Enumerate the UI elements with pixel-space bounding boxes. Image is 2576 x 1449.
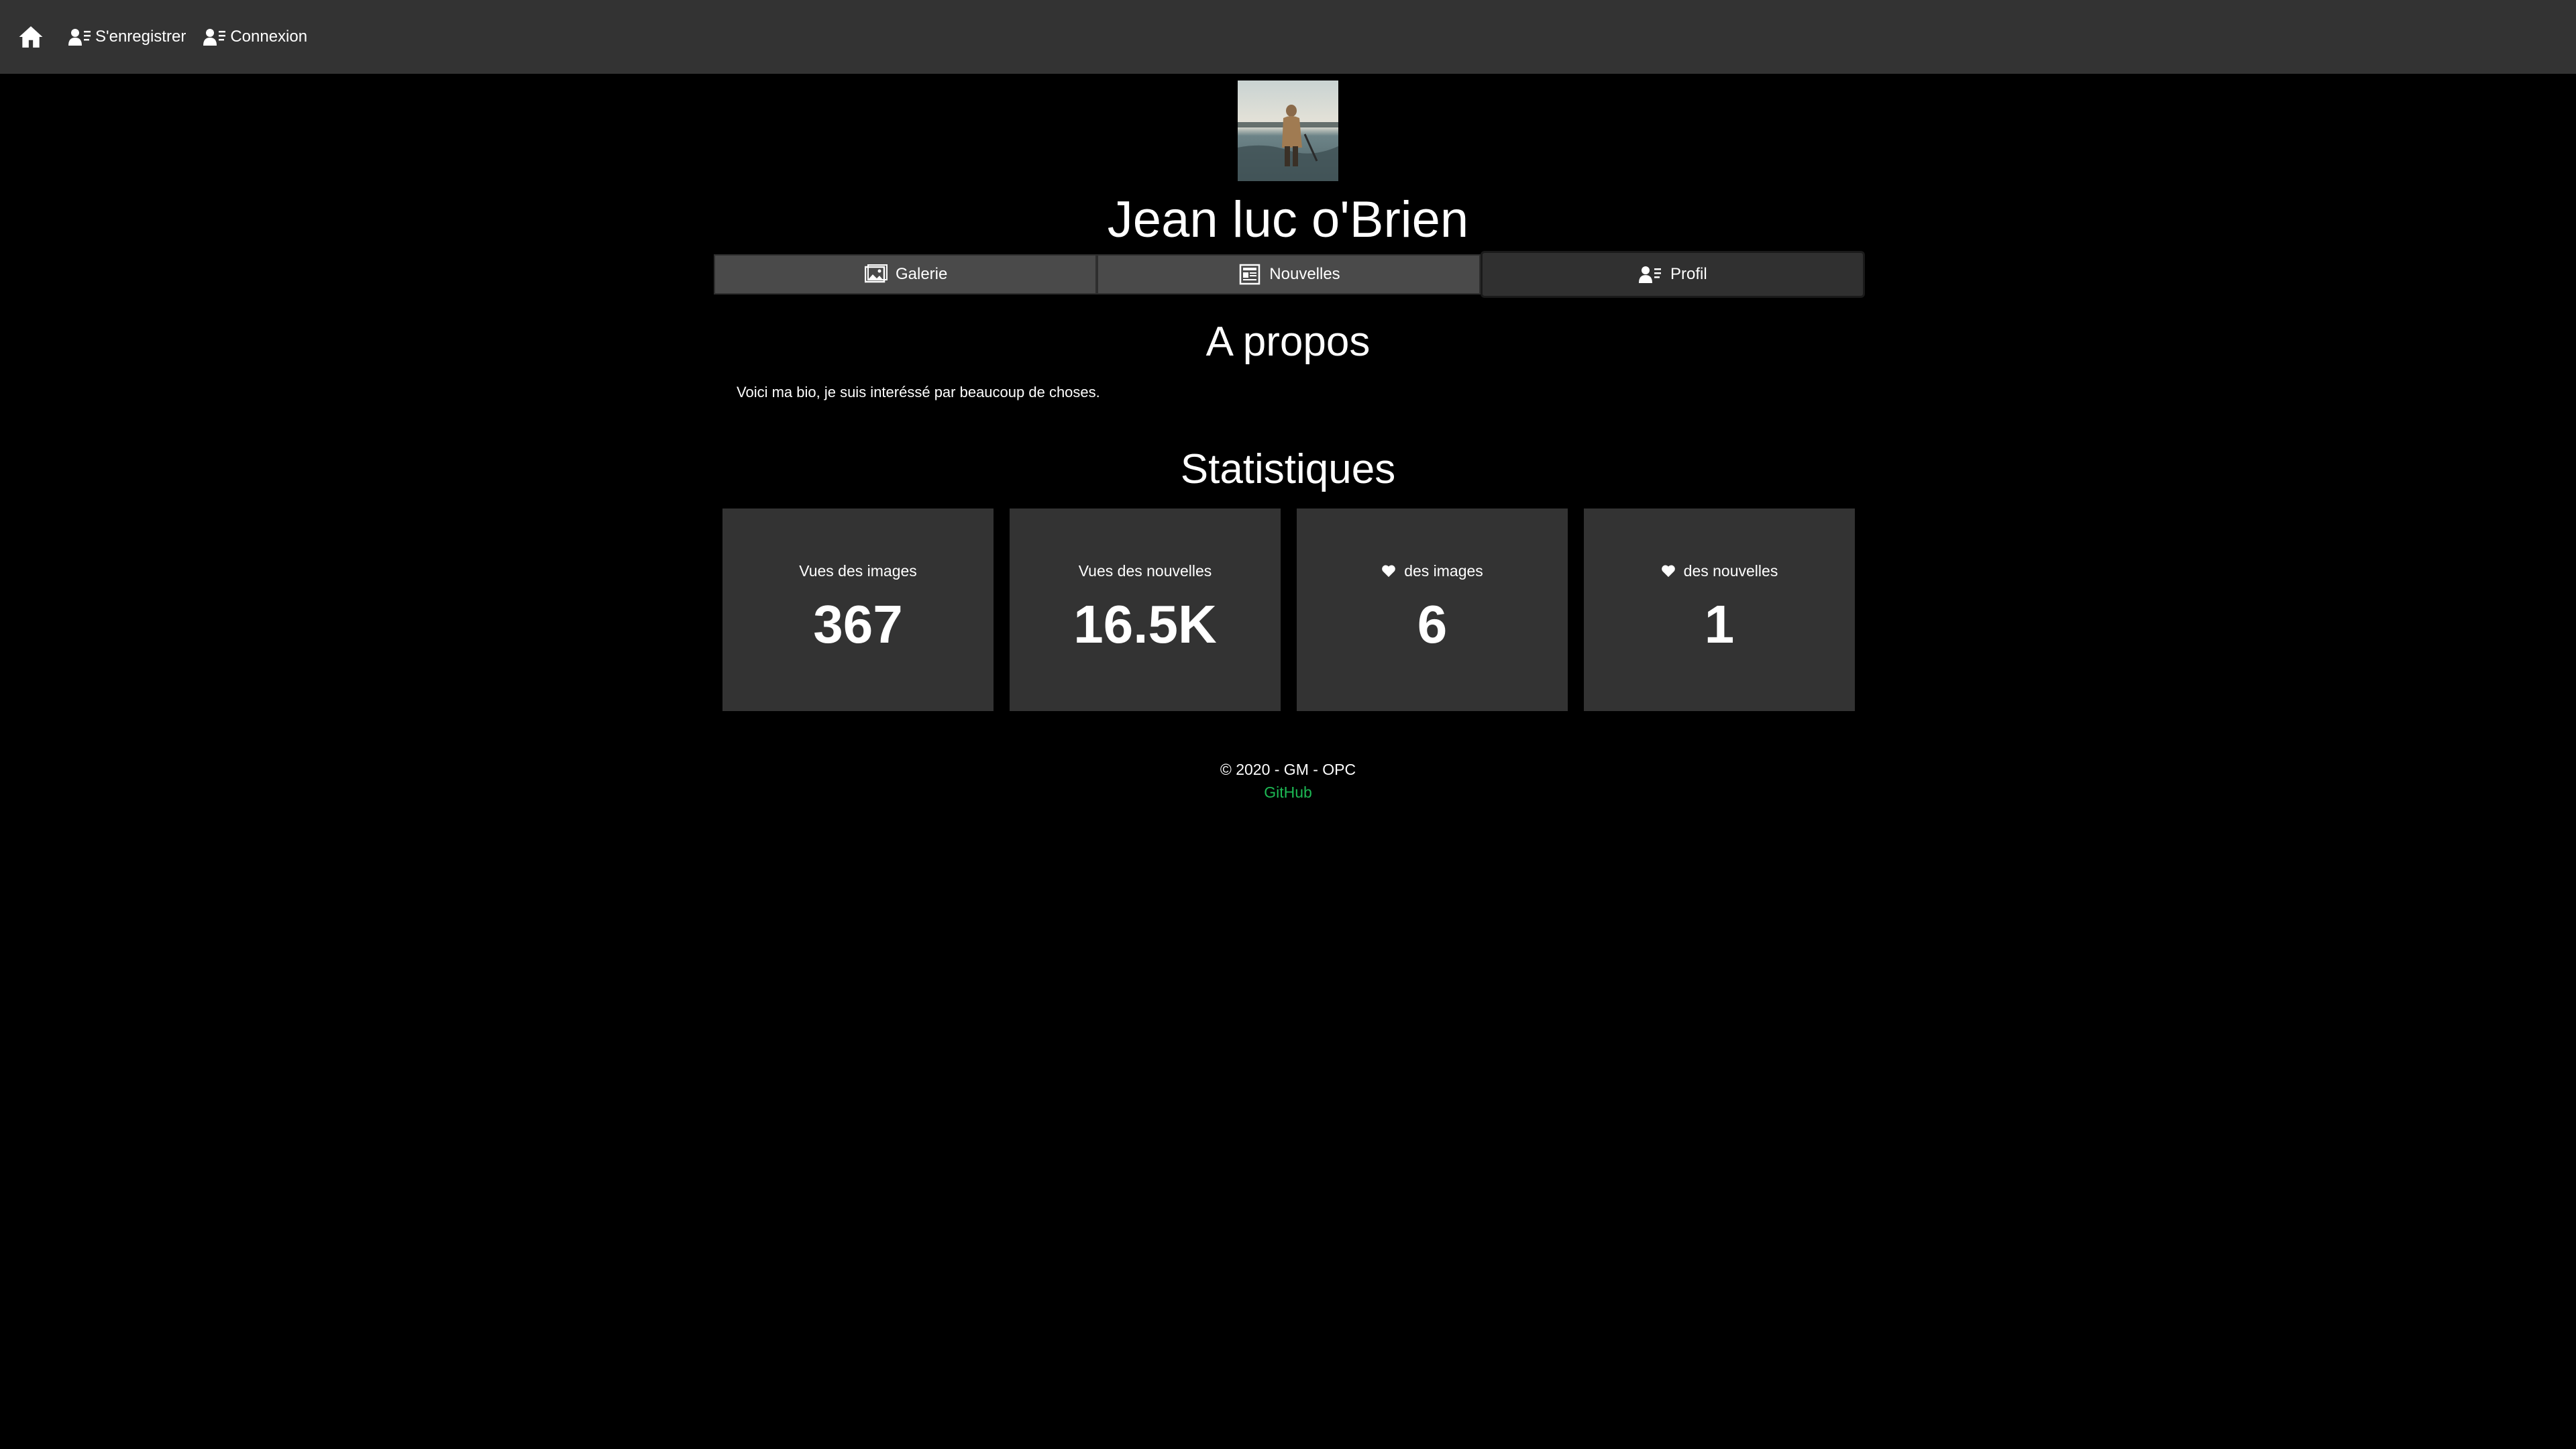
user-list-icon bbox=[203, 28, 229, 46]
avatar bbox=[1238, 80, 1338, 181]
tab-news[interactable]: Nouvelles bbox=[1097, 254, 1481, 294]
github-link[interactable]: GitHub bbox=[0, 781, 2576, 804]
login-label: Connexion bbox=[230, 28, 308, 46]
footer: © 2020 - GM - OPC GitHub bbox=[0, 758, 2576, 804]
top-navbar: S'enregistrer Connexion bbox=[0, 0, 2576, 74]
tab-news-label: Nouvelles bbox=[1269, 265, 1340, 283]
stat-card-news-likes: des nouvelles 1 bbox=[1584, 508, 1855, 711]
stat-label-text: Vues des images bbox=[799, 561, 917, 580]
stats-title: Statistiques bbox=[1180, 446, 1396, 492]
user-list-icon bbox=[1638, 263, 1664, 286]
user-list-icon bbox=[68, 28, 94, 46]
register-link[interactable]: S'enregistrer bbox=[68, 28, 186, 46]
stat-label-text: Vues des nouvelles bbox=[1078, 561, 1212, 580]
stat-label: Vues des nouvelles bbox=[1079, 561, 1212, 581]
profile-tabs: Galerie Nouvelles Profil bbox=[714, 251, 1865, 298]
stats-grid: Vues des images 367 Vues des nouvelles 1… bbox=[722, 508, 1855, 711]
tab-gallery[interactable]: Galerie bbox=[714, 254, 1097, 294]
stat-card-image-views: Vues des images 367 bbox=[722, 508, 994, 711]
tab-gallery-label: Galerie bbox=[895, 265, 948, 283]
stat-card-news-views: Vues des nouvelles 16.5K bbox=[1010, 508, 1281, 711]
tab-profile[interactable]: Profil bbox=[1480, 251, 1865, 298]
stat-label-text: des nouvelles bbox=[1683, 561, 1778, 580]
gallery-icon bbox=[863, 263, 889, 286]
stat-value: 6 bbox=[1417, 594, 1448, 654]
stat-label: des nouvelles bbox=[1661, 561, 1778, 581]
stat-label-text: des images bbox=[1404, 561, 1483, 580]
tab-profile-label: Profil bbox=[1670, 265, 1707, 283]
profile-name: Jean luc o'Brien bbox=[1107, 191, 1469, 248]
about-title: A propos bbox=[1205, 319, 1371, 365]
heart-icon bbox=[1661, 563, 1677, 579]
heart-icon bbox=[1381, 563, 1397, 579]
stat-value: 16.5K bbox=[1073, 594, 1217, 654]
stat-label: Vues des images bbox=[799, 561, 917, 581]
about-bio: Voici ma bio, je suis interéssé par beau… bbox=[737, 384, 1100, 400]
stat-value: 1 bbox=[1704, 594, 1735, 654]
stat-card-image-likes: des images 6 bbox=[1297, 508, 1568, 711]
newspaper-icon bbox=[1237, 263, 1263, 286]
home-icon[interactable] bbox=[17, 23, 44, 50]
footer-copyright: © 2020 - GM - OPC bbox=[1220, 761, 1356, 778]
stat-label: des images bbox=[1381, 561, 1483, 581]
register-label: S'enregistrer bbox=[95, 28, 186, 46]
stat-value: 367 bbox=[813, 594, 903, 654]
login-link[interactable]: Connexion bbox=[203, 28, 307, 46]
